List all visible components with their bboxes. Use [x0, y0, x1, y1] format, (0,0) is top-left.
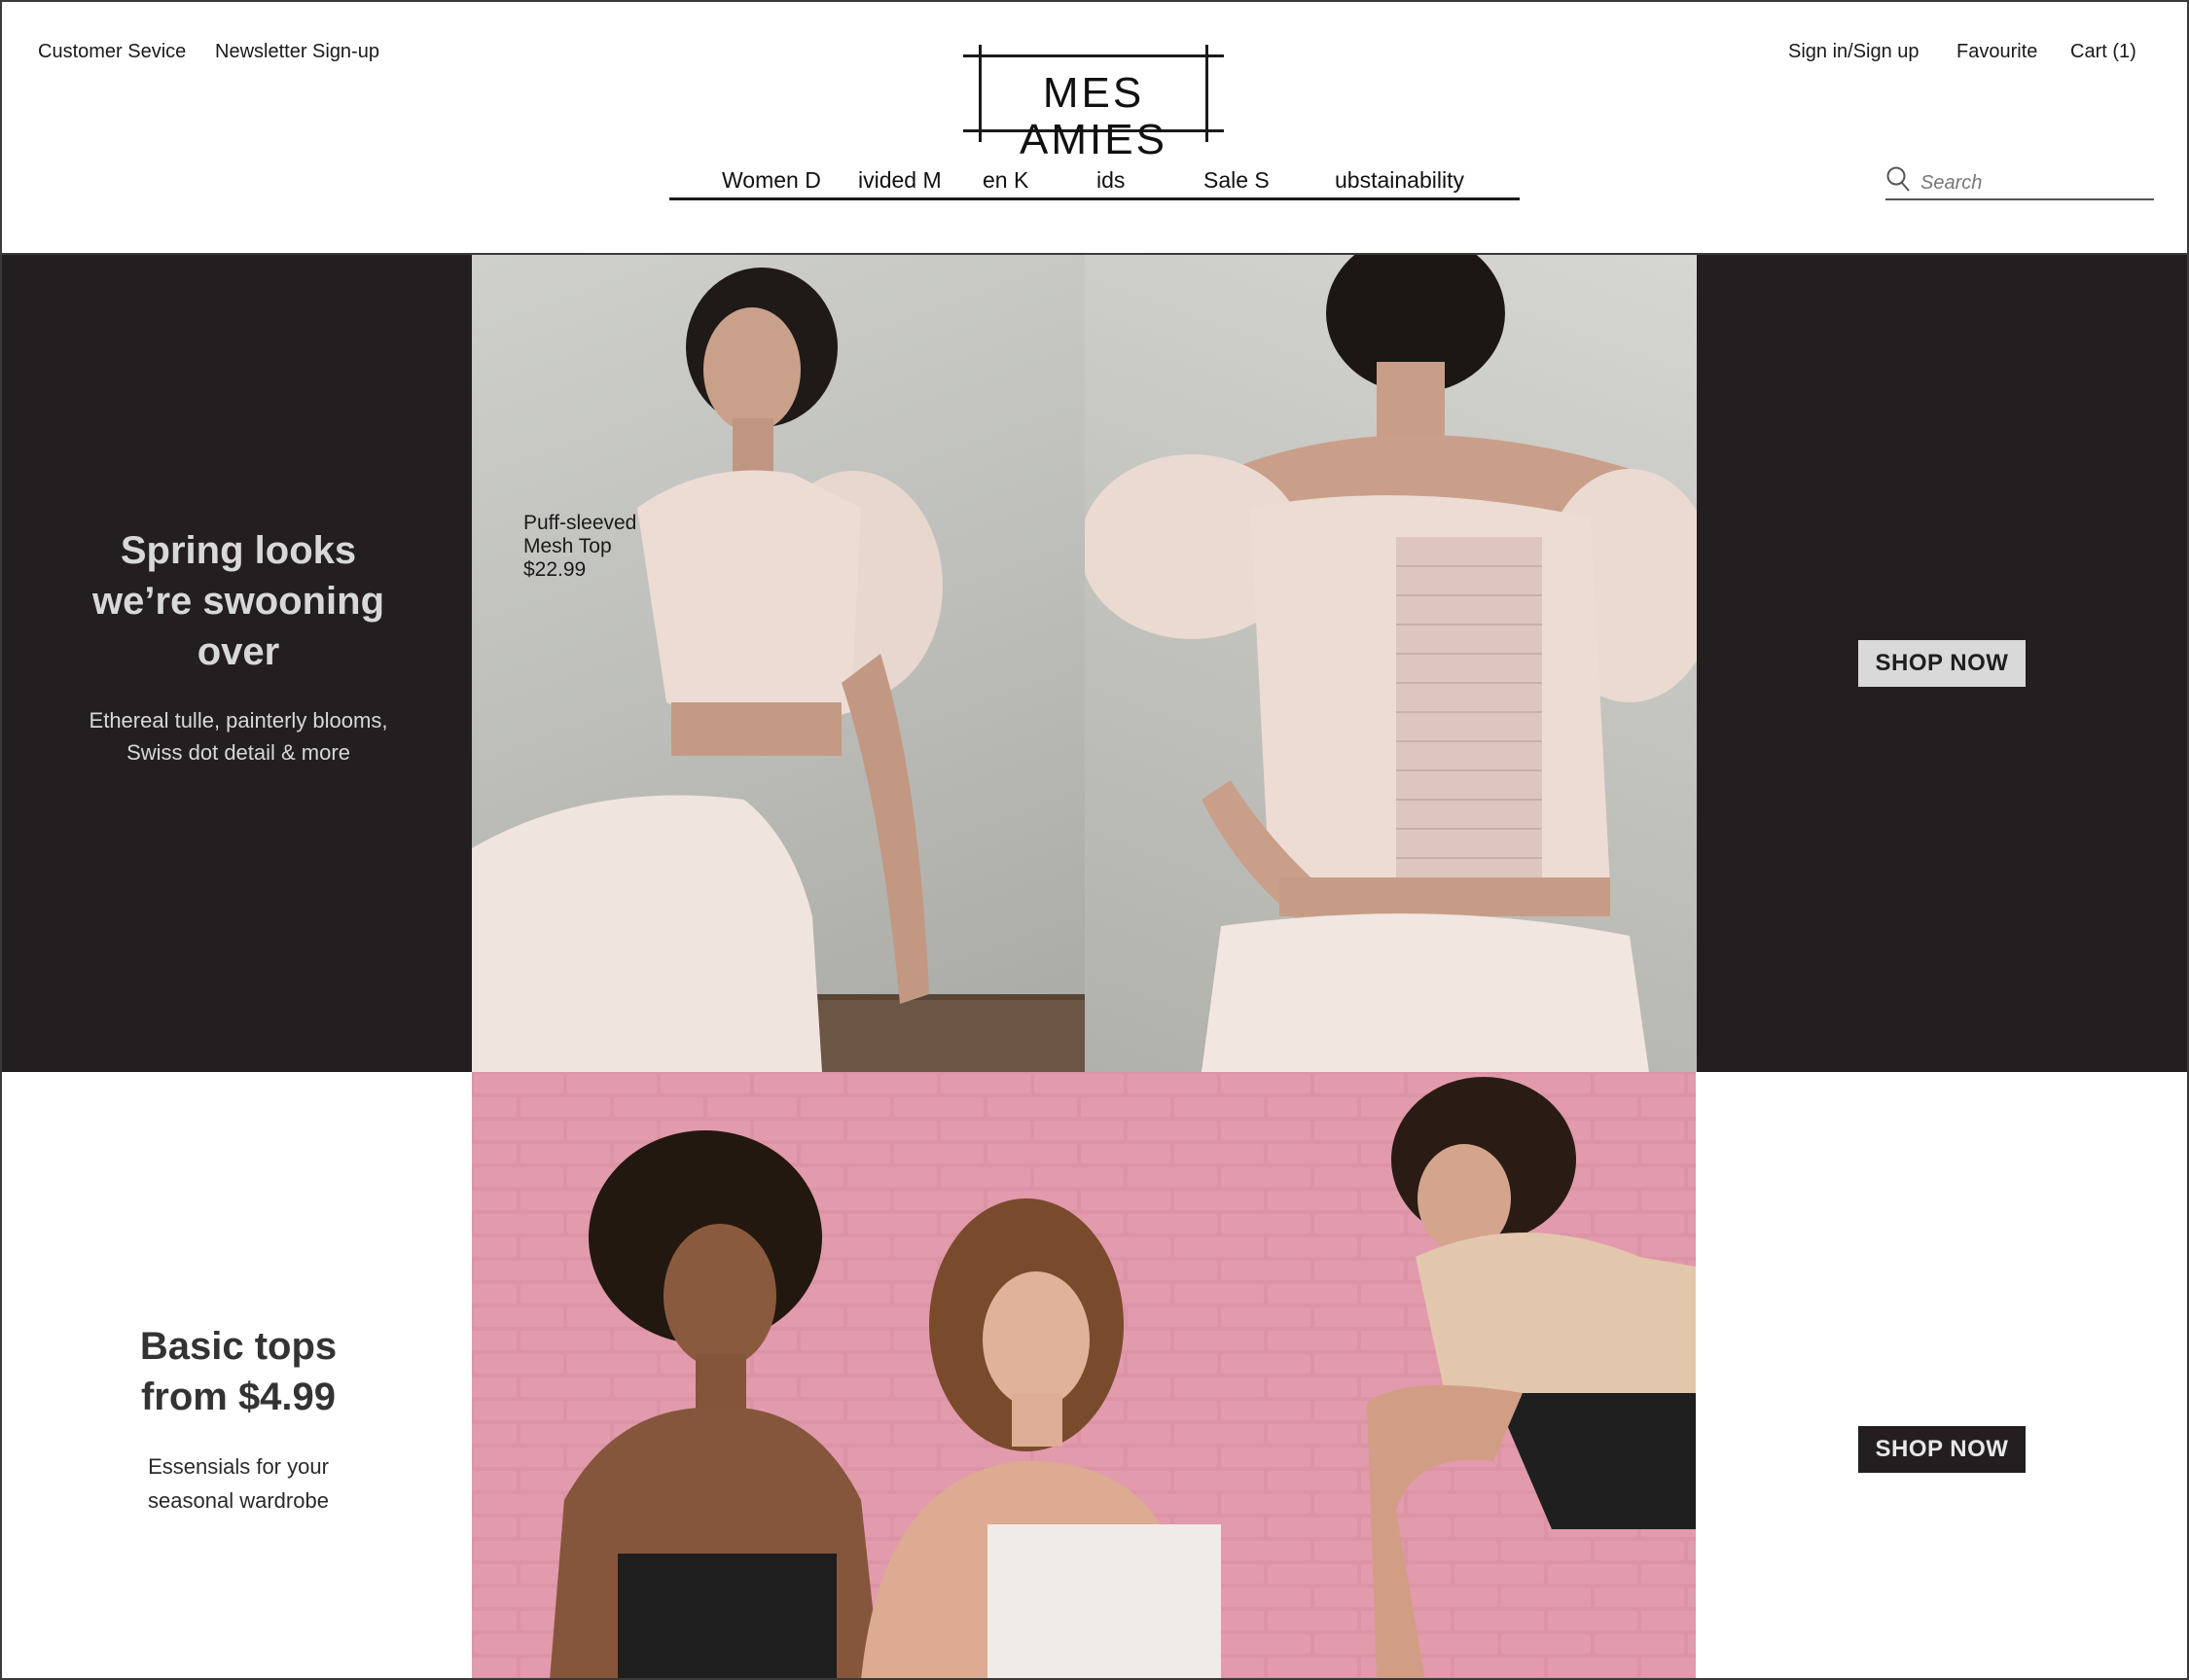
site-header: Customer Sevice Newsletter Sign-up MES A…	[0, 0, 2189, 255]
newsletter-signup-link[interactable]: Newsletter Sign-up	[215, 41, 379, 63]
hero2-subtext-line: Essensials for your	[148, 1454, 329, 1479]
nav-item-divided[interactable]: ivided M	[858, 167, 942, 194]
shop-now-button[interactable]: SHOP NOW	[1858, 1426, 2026, 1473]
nav-item-men[interactable]: en K	[983, 167, 1028, 194]
hero1-subtext-line: Ethereal tulle, painterly blooms,	[89, 708, 388, 733]
hero1-headline-line: Spring looks	[120, 529, 357, 572]
brand-logo[interactable]: MES AMIES	[963, 45, 1224, 163]
model-back-mesh-top-photo[interactable]	[1085, 255, 1697, 1072]
logo-rule-top	[963, 54, 1224, 57]
shop-now-button[interactable]: SHOP NOW	[1858, 640, 2026, 687]
search-bar	[1885, 161, 2154, 200]
logo-text: MES AMIES	[1020, 69, 1167, 163]
nav-item-kids[interactable]: ids	[1096, 167, 1125, 194]
nav-item-women[interactable]: Women D	[722, 167, 821, 194]
main-nav: Women D ivided M en K ids Sale S ubstain…	[669, 161, 1520, 200]
hero2-headline-line: Basic tops	[139, 1325, 338, 1368]
hero-spring-looks: Spring looks we’re swooning over Etherea…	[0, 255, 2189, 1072]
product-caption[interactable]: Puff-sleeved Mesh Top $22.99	[523, 512, 636, 582]
cart-link[interactable]: Cart (1)	[2070, 41, 2136, 63]
nav-item-sale[interactable]: Sale S	[1203, 167, 1270, 194]
nav-item-sustainability[interactable]: ubstainability	[1335, 167, 1464, 194]
hero2-subtext: Essensials for your seasonal wardrobe	[39, 1449, 438, 1518]
hero2-subtext-line: seasonal wardrobe	[148, 1488, 329, 1513]
hero1-headline: Spring looks we’re swooning over	[39, 525, 438, 677]
product-name-line: Puff-sleeved	[523, 512, 637, 534]
three-models-pink-brick-wall-photo[interactable]	[472, 1072, 1696, 1680]
product-price: $22.99	[523, 558, 587, 581]
search-input[interactable]	[1920, 169, 2144, 197]
sign-in-link[interactable]: Sign in/Sign up	[1788, 41, 1920, 63]
customer-service-link[interactable]: Customer Sevice	[38, 41, 186, 63]
favourite-link[interactable]: Favourite	[1956, 41, 2037, 63]
hero2-headline: Basic tops from $4.99	[39, 1321, 438, 1422]
hero1-headline-line: over	[197, 630, 280, 673]
hero1-headline-line: we’re swooning	[91, 580, 385, 623]
hero-basic-tops: Basic tops from $4.99 Essensials for you…	[0, 1072, 2189, 1680]
model-front-mesh-top-photo[interactable]	[472, 255, 1085, 1072]
product-name-line: Mesh Top	[523, 535, 612, 557]
hero1-subtext-line: Swiss dot detail & more	[126, 740, 350, 765]
search-icon[interactable]	[1885, 165, 1911, 195]
hero1-subtext: Ethereal tulle, painterly blooms, Swiss …	[39, 704, 438, 769]
hero2-headline-line: from $4.99	[140, 1376, 337, 1418]
